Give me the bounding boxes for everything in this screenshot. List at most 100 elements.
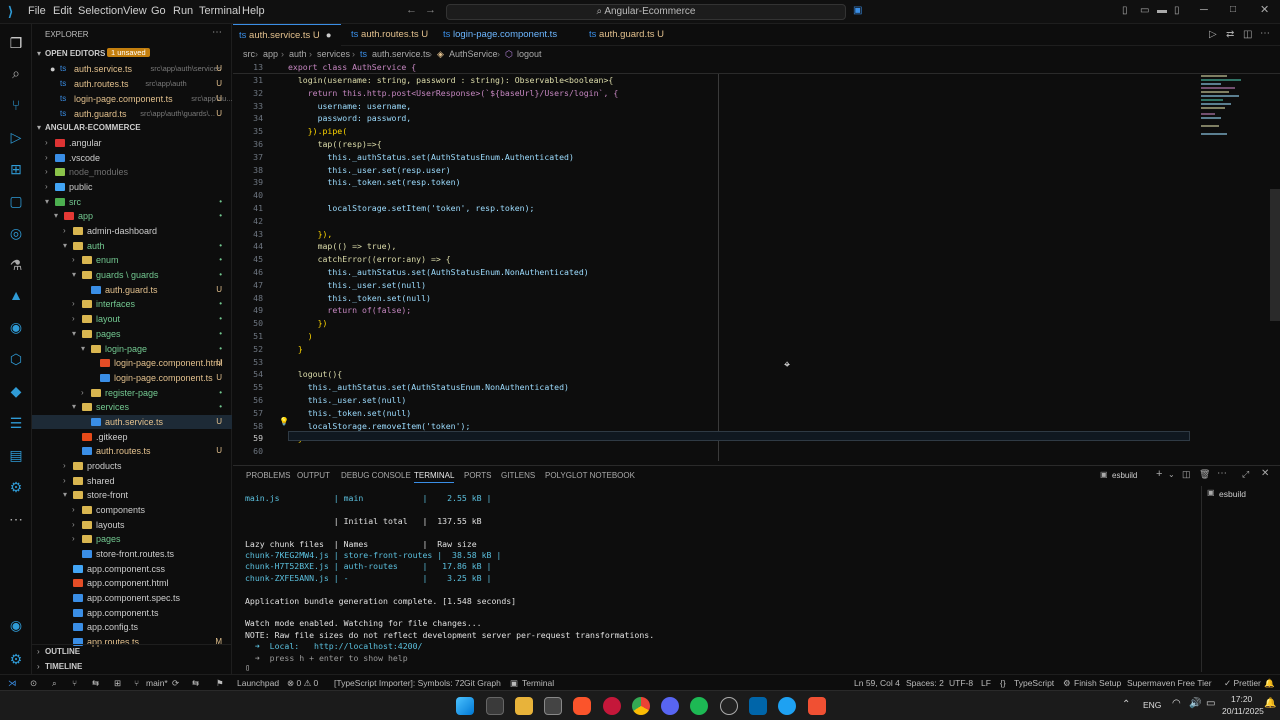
layout-secondary-icon[interactable]: ▯	[1174, 5, 1180, 16]
folder-item[interactable]: ▾ pages •	[32, 327, 232, 341]
terminal-list-item[interactable]: esbuild	[1219, 489, 1246, 499]
panel-tab-debug-console[interactable]: DEBUG CONSOLE	[341, 471, 411, 480]
file-item[interactable]: app.component.css	[32, 562, 232, 576]
breadcrumb-item[interactable]: app	[263, 47, 278, 61]
tab-auth-service[interactable]: ts auth.service.ts U ●	[233, 24, 341, 46]
folder-item[interactable]: › public	[32, 180, 232, 194]
open-editor-item[interactable]: ● ts auth.service.ts src\app\auth\services U	[32, 62, 232, 76]
menu-run[interactable]: Run	[173, 5, 193, 17]
menu-help[interactable]: Help	[242, 5, 265, 17]
docker-icon[interactable]: ⚙	[7, 478, 25, 496]
tab-auth-routes[interactable]: ts auth.routes.ts U	[345, 24, 435, 46]
spotify-icon[interactable]	[690, 697, 708, 715]
folder-item[interactable]: › shared	[32, 474, 232, 488]
new-terminal-icon[interactable]: +	[1156, 468, 1162, 480]
close-panel-icon[interactable]: ✕	[1261, 468, 1269, 479]
code-editor[interactable]: 13 export class AuthService { 31 login(u…	[233, 61, 1280, 461]
menu-terminal[interactable]: Terminal	[199, 5, 241, 17]
folder-item[interactable]: ▾ guards \ guards •	[32, 268, 232, 282]
editor-more-icon[interactable]: ⋯	[1260, 28, 1270, 39]
folder-item[interactable]: ▾ src •	[32, 195, 232, 209]
sticky-scroll[interactable]: 13 export class AuthService {	[233, 61, 1280, 74]
branch-name[interactable]: main*	[146, 678, 168, 688]
editor-scrollbar[interactable]	[1270, 189, 1280, 321]
forward-arrow-icon[interactable]: →	[425, 4, 436, 16]
account-icon[interactable]: ⊙	[30, 678, 37, 689]
prettier-status[interactable]: ✓ Prettier	[1224, 678, 1261, 689]
folder-item[interactable]: ▾ auth •	[32, 239, 232, 253]
folder-item[interactable]: ▾ login-page •	[32, 342, 232, 356]
search-icon[interactable]: ⌕	[52, 678, 57, 689]
tray-chevron-icon[interactable]: ⌃	[1122, 699, 1130, 710]
folder-item[interactable]: › components	[32, 503, 232, 517]
testing-icon[interactable]: ⚗	[7, 256, 25, 274]
input-language[interactable]: ENG	[1143, 700, 1161, 710]
open-editors-header[interactable]: OPEN EDITORS	[45, 49, 105, 58]
command-center-search[interactable]: ⌕ Angular-Ecommerce	[446, 4, 846, 20]
menu-edit[interactable]: Edit	[53, 5, 72, 17]
menu-selection[interactable]: Selection	[78, 5, 123, 17]
breadcrumb-item[interactable]: auth.service.ts	[372, 47, 430, 61]
breadcrumb-item[interactable]: services	[317, 47, 350, 61]
file-item[interactable]: app.component.spec.ts	[32, 591, 232, 605]
file-item[interactable]: app.component.ts	[32, 606, 232, 620]
menu-go[interactable]: Go	[151, 5, 166, 17]
menu-view[interactable]: View	[123, 5, 147, 17]
extensions-icon[interactable]: ⊞	[7, 160, 25, 178]
panel-tab-gitlens[interactable]: GITLENS	[501, 471, 535, 480]
ts-importer-status[interactable]: [TypeScript Importer]: Symbols: 72	[334, 678, 464, 688]
source-control-icon[interactable]: ⑂	[7, 96, 25, 114]
file-item[interactable]: login-page.component.ts U	[32, 371, 232, 385]
chevron-down-icon[interactable]: ⌄	[1168, 470, 1175, 479]
clock-date[interactable]: 20/11/2025	[1222, 706, 1264, 716]
panel-tab-ports[interactable]: PORTS	[464, 471, 491, 480]
open-editor-item[interactable]: ts auth.routes.ts src\app\auth U	[32, 77, 232, 91]
supermaven-status[interactable]: Supermaven Free Tier	[1127, 678, 1212, 688]
maximize-icon[interactable]: □	[1230, 4, 1236, 15]
layout-sidebar-icon[interactable]: ▯	[1122, 5, 1128, 16]
language-mode[interactable]: TypeScript	[1014, 678, 1054, 688]
breadcrumb-item[interactable]: logout	[517, 47, 542, 61]
outline-header[interactable]: OUTLINE	[45, 647, 80, 656]
account-icon[interactable]: ◉	[7, 616, 25, 634]
chevron-right-icon[interactable]: ›	[37, 647, 40, 656]
encoding[interactable]: UTF-8	[949, 678, 973, 688]
file-item[interactable]: app.config.ts	[32, 620, 232, 634]
panel-tab-problems[interactable]: PROBLEMS	[246, 471, 290, 480]
chrome-icon[interactable]	[632, 697, 650, 715]
panel-tab-terminal[interactable]: TERMINAL	[414, 471, 455, 483]
copilot-chat-icon[interactable]: ◉	[7, 318, 25, 336]
notebook-icon[interactable]: ▤	[7, 446, 25, 464]
task-view-icon[interactable]	[486, 697, 504, 715]
end-of-line[interactable]: LF	[981, 678, 991, 688]
chevron-right-icon[interactable]: ›	[37, 662, 40, 671]
folder-item[interactable]: › enum •	[32, 253, 232, 267]
database-icon[interactable]: ⬡	[7, 350, 25, 368]
notification-icon[interactable]: 🔔	[1264, 698, 1276, 709]
settings-gear-icon[interactable]: ⚙	[7, 650, 25, 668]
volume-icon[interactable]: 🔊	[1189, 698, 1201, 709]
open-changes-icon[interactable]: ⇄	[1226, 29, 1234, 40]
folder-item[interactable]: ▾ app •	[32, 209, 232, 223]
breadcrumb-item[interactable]: AuthService	[449, 47, 498, 61]
bell-icon[interactable]: 🔔	[1264, 678, 1275, 689]
back-arrow-icon[interactable]: ←	[406, 4, 417, 16]
git-graph-label[interactable]: Git Graph	[464, 678, 501, 688]
tab-auth-guard[interactable]: ts auth.guard.ts U	[583, 24, 673, 46]
split-terminal-icon[interactable]: ◫	[1182, 469, 1191, 480]
menu-file[interactable]: File	[28, 5, 46, 17]
folder-item[interactable]: › admin-dashboard	[32, 224, 232, 238]
panel-tab-polyglot[interactable]: POLYGLOT NOTEBOOK	[545, 471, 635, 480]
terminal-label[interactable]: Terminal	[522, 678, 554, 688]
finish-setup[interactable]: Finish Setup	[1074, 678, 1121, 688]
postman-icon[interactable]	[808, 697, 826, 715]
brave-icon[interactable]	[573, 697, 591, 715]
opera-icon[interactable]	[603, 697, 621, 715]
trash-icon[interactable]: 🗑	[1199, 469, 1210, 480]
angular-icon[interactable]: ▲	[7, 286, 25, 304]
folder-item[interactable]: › products	[32, 459, 232, 473]
folder-item[interactable]: › layout •	[32, 312, 232, 326]
explorer-icon[interactable]: ❐	[7, 34, 25, 52]
folder-item[interactable]: › interfaces •	[32, 297, 232, 311]
vscode-taskbar-icon[interactable]	[749, 697, 767, 715]
